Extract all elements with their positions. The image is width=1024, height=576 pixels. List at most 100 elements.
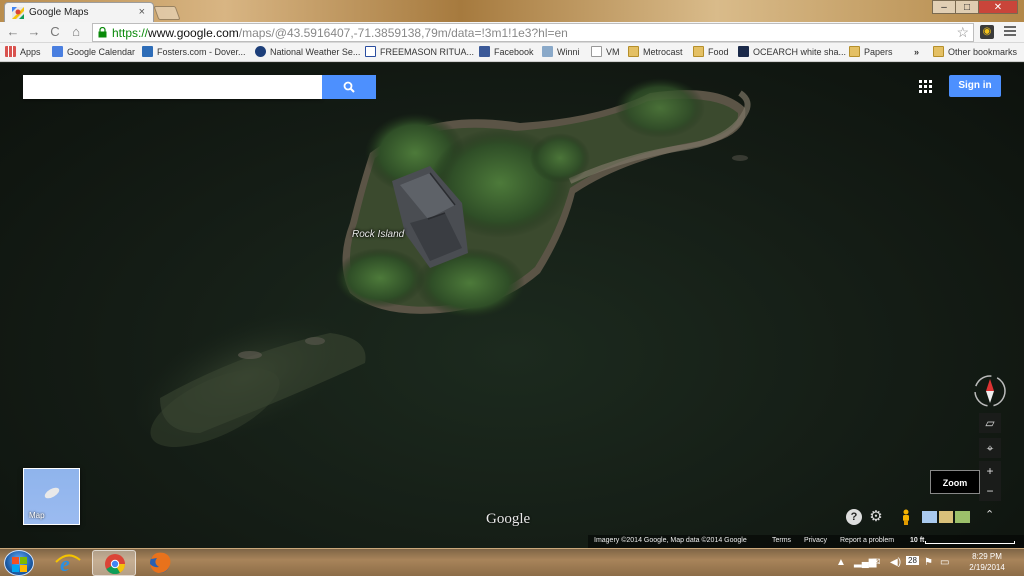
other-bookmarks[interactable]: Other bookmarks — [933, 45, 1017, 60]
apps-icon — [5, 46, 16, 57]
bookmark-facebook[interactable]: Facebook — [479, 45, 534, 60]
bookmark-fosters[interactable]: Fosters.com - Dover... — [142, 45, 246, 60]
search-icon — [343, 81, 355, 93]
url-text: https://www.google.com/maps/@43.5916407,… — [112, 26, 568, 40]
tab-close-icon[interactable]: × — [139, 6, 145, 18]
reload-button[interactable]: C — [47, 24, 63, 40]
scale-label[interactable]: 10 ft — [910, 537, 924, 544]
show-hidden-icons-button[interactable]: ▲ — [836, 557, 846, 568]
mail-icon[interactable]: ✉ — [872, 557, 880, 568]
pegman-icon[interactable] — [898, 509, 914, 525]
terrain-layer-thumb[interactable] — [938, 511, 954, 523]
chrome-taskbar-button[interactable] — [92, 550, 136, 576]
expand-chevron-icon[interactable]: ⌃ — [985, 508, 994, 521]
bookmark-food[interactable]: Food — [693, 45, 729, 60]
fosters-icon — [142, 46, 153, 57]
compass-icon[interactable] — [974, 375, 1006, 407]
zoom-out-button[interactable]: − — [979, 481, 1001, 501]
new-tab-button[interactable] — [153, 6, 181, 20]
volume-icon[interactable]: ◀) — [890, 557, 901, 568]
url-host: www.google.com — [148, 26, 239, 40]
earth-layer-thumb[interactable] — [955, 511, 971, 523]
privacy-link[interactable]: Privacy — [804, 537, 827, 544]
tilt-button[interactable]: ⏥ — [979, 413, 1001, 433]
chrome-icon — [105, 554, 126, 575]
url-scheme: https:// — [112, 26, 149, 40]
minimap-shape — [43, 485, 61, 501]
zoom-tooltip: Zoom — [930, 470, 980, 494]
google-maps-favicon-icon — [12, 7, 24, 19]
minimap-label: Map — [29, 511, 45, 520]
bookmark-winni[interactable]: Winni — [542, 45, 580, 60]
bookmark-papers[interactable]: Papers — [849, 45, 893, 60]
forward-button[interactable]: → — [26, 24, 42, 40]
zoom-in-button[interactable]: + — [979, 461, 1001, 481]
report-problem-link[interactable]: Report a problem — [840, 537, 894, 544]
google-apps-icon[interactable] — [919, 80, 933, 94]
extension-icon[interactable]: ◉ — [980, 25, 994, 39]
bookmark-google-calendar[interactable]: Google Calendar — [52, 45, 135, 60]
calendar-icon — [52, 46, 63, 57]
browser-toolbar: ← → C ⌂ https://www.google.com/maps/@43.… — [0, 22, 1024, 43]
folder-icon — [933, 46, 944, 57]
bookmark-apps[interactable]: Apps — [5, 45, 41, 60]
scale-bar — [925, 541, 1015, 544]
weather-icon — [255, 46, 266, 57]
lock-icon — [98, 27, 107, 38]
satellite-map[interactable]: Rock Island Sign in ⏥ ⌖ + − Zoom Map Goo… — [0, 63, 1024, 548]
window-controls: ‒ □ ✕ — [932, 0, 1018, 14]
network-icon[interactable]: ▭ — [940, 557, 949, 568]
back-button[interactable]: ← — [5, 24, 21, 40]
bookmark-national-weather[interactable]: National Weather Se... — [255, 45, 360, 60]
address-bar[interactable]: https://www.google.com/maps/@43.5916407,… — [92, 23, 974, 42]
chrome-menu-icon[interactable] — [1004, 26, 1016, 38]
windows-taskbar: e ▲ ▂▄▆ ✉ ◀) 28 ⚑ ▭ 8:29 PM 2/19/2014 — [0, 548, 1024, 576]
map-view-toggle[interactable]: Map — [23, 468, 80, 525]
layer-thumbnails[interactable] — [922, 511, 971, 523]
bookmark-star-icon[interactable]: ☆ — [956, 24, 969, 41]
my-location-icon[interactable]: ⌖ — [979, 438, 1001, 458]
search-button[interactable] — [322, 75, 376, 99]
facebook-icon — [479, 46, 490, 57]
folder-icon — [693, 46, 704, 57]
url-path: /maps/@43.5916407,-71.3859138,79m/data=!… — [238, 26, 568, 40]
terms-link[interactable]: Terms — [772, 537, 791, 544]
bookmarks-bar: Apps Google Calendar Fosters.com - Dover… — [0, 43, 1024, 62]
minimize-button[interactable]: ‒ — [932, 0, 956, 14]
folder-icon — [628, 46, 639, 57]
close-window-button[interactable]: ✕ — [978, 0, 1018, 14]
folder-icon — [849, 46, 860, 57]
bookmark-freemason[interactable]: FREEMASON RITUA... — [365, 45, 474, 60]
start-button[interactable] — [4, 550, 34, 576]
clock-date: 2/19/2014 — [969, 563, 1005, 572]
imagery-credit: Imagery ©2014 Google, Map data ©2014 Goo… — [594, 537, 747, 544]
map-layer-thumb[interactable] — [922, 511, 937, 523]
calendar-tray-icon[interactable]: 28 — [906, 556, 919, 565]
taskbar-clock[interactable]: 8:29 PM 2/19/2014 — [962, 551, 1012, 573]
bookmark-vm[interactable]: VM — [591, 45, 620, 60]
tab-strip: Google Maps × ‒ □ ✕ — [0, 0, 1024, 22]
map-attribution: Imagery ©2014 Google, Map data ©2014 Goo… — [0, 535, 1024, 548]
search-input[interactable] — [23, 75, 322, 99]
bookmark-metrocast[interactable]: Metrocast — [628, 45, 683, 60]
maximize-button[interactable]: □ — [955, 0, 979, 14]
compass-square-icon — [365, 46, 376, 57]
internet-explorer-icon: e — [55, 551, 81, 576]
page-icon — [591, 46, 602, 57]
satellite-imagery — [131, 78, 751, 447]
sign-in-button[interactable]: Sign in — [949, 75, 1001, 97]
help-icon[interactable]: ? — [846, 509, 862, 525]
tab-google-maps[interactable]: Google Maps × — [4, 2, 154, 22]
bookmark-ocearch[interactable]: OCEARCH white sha... — [738, 45, 846, 60]
home-button[interactable]: ⌂ — [68, 24, 84, 40]
image-icon — [542, 46, 553, 57]
clock-time: 8:29 PM — [972, 552, 1002, 561]
firefox-taskbar-button[interactable] — [138, 550, 182, 576]
bookmarks-overflow-button[interactable]: » — [914, 45, 919, 60]
place-label-rock-island[interactable]: Rock Island — [352, 229, 404, 240]
flag-icon[interactable]: ⚑ — [924, 557, 933, 568]
internet-explorer-taskbar-button[interactable]: e — [46, 550, 90, 576]
ocearch-icon — [738, 46, 749, 57]
firefox-icon — [150, 552, 171, 573]
settings-gear-icon[interactable]: ⚙ — [868, 509, 884, 525]
